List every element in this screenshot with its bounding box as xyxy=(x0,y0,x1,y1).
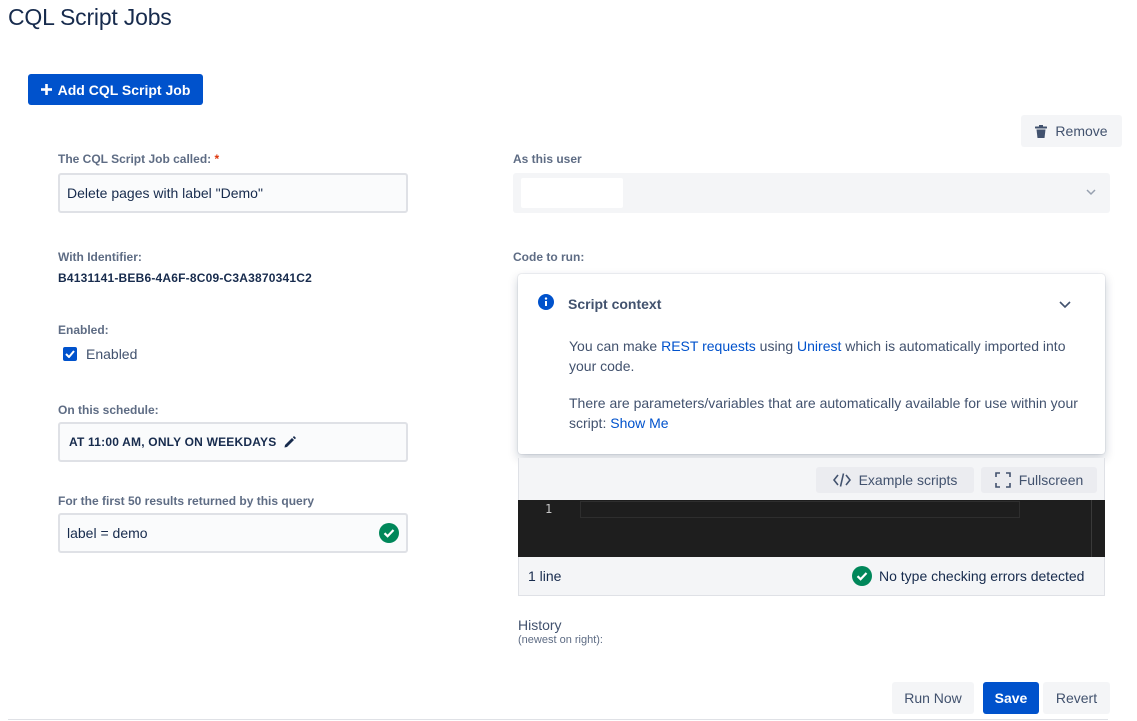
user-select[interactable] xyxy=(513,173,1110,213)
identifier-label: With Identifier: xyxy=(58,250,142,264)
editor-status-bar: 1 line No type checking errors detected xyxy=(518,557,1105,596)
pencil-icon[interactable] xyxy=(284,436,297,448)
success-check-icon xyxy=(852,566,872,586)
trash-icon xyxy=(1035,124,1048,138)
code-editor[interactable]: 1 xyxy=(518,500,1105,557)
check-icon xyxy=(65,350,75,358)
job-name-input[interactable]: Delete pages with label "Demo" xyxy=(58,173,408,213)
unirest-link[interactable]: Unirest xyxy=(797,338,841,354)
script-context-panel: Script context You can make REST request… xyxy=(518,274,1105,454)
query-label: For the first 50 results returned by thi… xyxy=(58,494,315,508)
user-avatar-placeholder xyxy=(521,178,623,208)
revert-button[interactable]: Revert xyxy=(1043,682,1110,714)
enabled-checkbox-label: Enabled xyxy=(86,346,138,362)
rest-requests-link[interactable]: REST requests xyxy=(661,338,756,354)
remove-button[interactable]: Remove xyxy=(1021,115,1122,147)
job-name-label: The CQL Script Job called: * xyxy=(58,152,220,166)
editor-toolbar: Example scripts Fullscreen xyxy=(518,458,1105,500)
schedule-value: AT 11:00 AM, ONLY ON WEEKDAYS xyxy=(69,435,277,449)
identifier-value: B4131141-BEB6-4A6F-8C09-C3A3870341C2 xyxy=(58,271,313,285)
fullscreen-label: Fullscreen xyxy=(1018,472,1084,488)
run-now-button[interactable]: Run Now xyxy=(892,682,974,714)
line-number: 1 xyxy=(545,502,553,516)
add-button-label: Add CQL Script Job xyxy=(57,81,191,98)
example-scripts-button[interactable]: Example scripts xyxy=(816,467,974,493)
script-context-title: Script context xyxy=(568,296,662,312)
plus-icon xyxy=(40,84,52,95)
code-label: Code to run: xyxy=(513,250,585,264)
editor-scrollbar-divider xyxy=(1091,500,1092,557)
save-button[interactable]: Save xyxy=(983,682,1039,714)
fullscreen-button[interactable]: Fullscreen xyxy=(981,467,1097,493)
enabled-checkbox-row[interactable]: Enabled xyxy=(63,346,137,362)
page-title: CQL Script Jobs xyxy=(8,4,172,30)
line-count: 1 line xyxy=(528,568,562,584)
as-user-label: As this user xyxy=(513,152,582,166)
remove-button-label: Remove xyxy=(1055,123,1108,139)
enabled-checkbox[interactable] xyxy=(63,347,77,361)
chevron-down-icon xyxy=(1086,189,1096,196)
success-check-icon xyxy=(379,523,399,543)
type-check-text: No type checking errors detected xyxy=(879,568,1085,584)
show-me-link[interactable]: Show Me xyxy=(610,415,668,431)
query-input[interactable]: label = demo xyxy=(58,513,408,553)
history-label: History xyxy=(518,617,562,633)
collapse-chevron-icon[interactable] xyxy=(1059,301,1071,309)
add-cql-script-job-button[interactable]: Add CQL Script Job xyxy=(28,74,203,105)
script-context-text-1: You can make REST requests using Unirest… xyxy=(569,338,1066,374)
schedule-field[interactable]: AT 11:00 AM, ONLY ON WEEKDAYS xyxy=(58,422,408,462)
fullscreen-icon xyxy=(994,472,1011,488)
current-line-highlight xyxy=(580,501,1020,518)
query-value: label = demo xyxy=(67,525,148,541)
job-name-value: Delete pages with label "Demo" xyxy=(67,185,263,201)
history-sublabel: (newest on right): xyxy=(518,634,603,646)
enabled-label: Enabled: xyxy=(58,323,109,337)
schedule-label: On this schedule: xyxy=(58,403,159,417)
info-icon xyxy=(538,294,554,310)
bottom-divider xyxy=(8,719,1108,720)
code-icon xyxy=(832,473,851,487)
required-mark: * xyxy=(214,152,220,166)
script-context-text-2: There are parameters/variables that are … xyxy=(569,395,1078,431)
example-scripts-label: Example scripts xyxy=(858,472,958,488)
type-check-status: No type checking errors detected xyxy=(852,566,1084,586)
